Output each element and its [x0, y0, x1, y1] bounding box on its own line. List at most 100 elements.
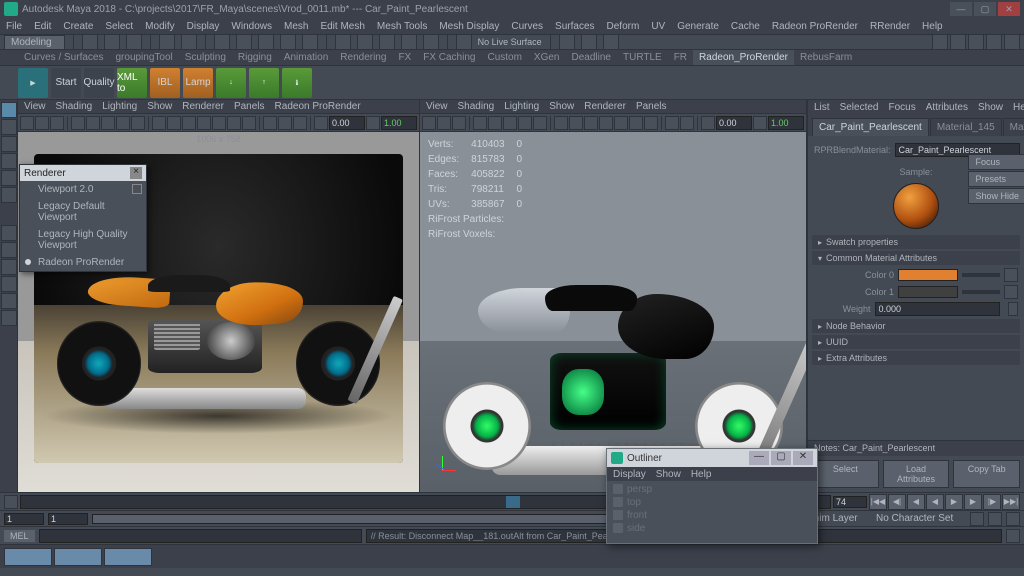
map-icon[interactable] — [1008, 302, 1018, 316]
snap-grid-icon[interactable] — [335, 34, 351, 50]
outliner-menu-help[interactable]: Help — [691, 469, 712, 480]
map-icon[interactable] — [1004, 285, 1018, 299]
attr-section-common[interactable]: Common Material Attributes — [812, 251, 1020, 265]
viewport-left-canvas[interactable]: 1006 x 758 Renderer× Viewport 2.0 Legacy… — [18, 132, 419, 492]
close-icon[interactable]: × — [130, 167, 142, 179]
vp-xray-icon[interactable] — [680, 116, 694, 130]
vp-exposure-icon[interactable] — [314, 116, 328, 130]
task-button[interactable] — [104, 548, 152, 566]
forward-end-button[interactable]: ▶▶| — [1002, 494, 1020, 510]
attr-tab[interactable]: Material_145 — [930, 118, 1002, 136]
attr-copy-button[interactable]: Copy Tab — [953, 460, 1020, 488]
minimize-button[interactable]: — — [749, 451, 769, 465]
time-slider[interactable]: |◀◀ ◀| ◀ ◀ ▶ ▶ |▶ ▶▶| — [0, 493, 1024, 511]
vp-image-icon[interactable] — [50, 116, 64, 130]
menu-meshtools[interactable]: Mesh Tools — [377, 21, 427, 32]
close-button[interactable]: ✕ — [793, 451, 813, 465]
outliner-menu-display[interactable]: Display — [613, 469, 646, 480]
shelf-start-button[interactable]: Start — [51, 68, 81, 98]
vp-safe-icon[interactable] — [101, 116, 115, 130]
color1-chip[interactable] — [898, 286, 958, 298]
attr-menu-selected[interactable]: Selected — [840, 102, 879, 113]
attr-focus-button[interactable]: Focus — [968, 154, 1024, 170]
vp-shadow-icon[interactable] — [212, 116, 226, 130]
vp-wire-icon[interactable] — [554, 116, 568, 130]
range-start-input[interactable] — [4, 513, 44, 525]
vp-iso-icon[interactable] — [263, 116, 277, 130]
script-editor-icon[interactable] — [1006, 529, 1020, 543]
vp-ao-icon[interactable] — [629, 116, 643, 130]
attr-presets-button[interactable]: Presets — [968, 171, 1024, 187]
layout-four[interactable] — [1, 242, 17, 258]
workspace-dropdown[interactable]: Modeling — [4, 35, 65, 50]
step-fwd-button[interactable]: |▶ — [983, 494, 1001, 510]
attr-section-swatch[interactable]: Swatch properties — [812, 235, 1020, 249]
vpmenu-renderer[interactable]: Renderer — [182, 101, 224, 112]
menu-surfaces[interactable]: Surfaces — [555, 21, 594, 32]
attr-load-button[interactable]: Load Attributes — [883, 460, 950, 488]
vp-tex-icon[interactable] — [182, 116, 196, 130]
layout-icon[interactable] — [932, 34, 948, 50]
save-scene-icon[interactable] — [126, 34, 142, 50]
vp-wire-icon[interactable] — [152, 116, 166, 130]
new-scene-icon[interactable] — [82, 34, 98, 50]
shelf-tab[interactable]: Rigging — [232, 50, 278, 65]
vp-exposure-value[interactable]: 0.00 — [716, 116, 752, 130]
menu-help[interactable]: Help — [922, 21, 943, 32]
layout-persp[interactable] — [1, 293, 17, 309]
open-scene-icon[interactable] — [104, 34, 120, 50]
scale-tool[interactable] — [1, 187, 17, 203]
shelf-tab[interactable]: TURTLE — [617, 50, 668, 65]
vp-shade-icon[interactable] — [167, 116, 181, 130]
viewport-right-canvas[interactable]: Verts:4104030 Edges:8157830 Faces:405822… — [420, 132, 806, 492]
key-fwd-button[interactable]: ▶ — [964, 494, 982, 510]
select-edge-icon[interactable] — [236, 34, 252, 50]
range-bar[interactable] — [92, 514, 691, 524]
shelf-lamp-button[interactable]: Lamp — [183, 68, 213, 98]
menu-edit[interactable]: Edit — [34, 21, 51, 32]
attr-menu-list[interactable]: List — [814, 102, 830, 113]
vp-gamma-value[interactable]: 1.00 — [381, 116, 417, 130]
shelf-tab[interactable]: groupingTool — [109, 50, 178, 65]
sidebar-toggle-icon[interactable] — [950, 34, 966, 50]
vp-gate-icon[interactable] — [131, 116, 145, 130]
vp-xrayjnt-icon[interactable] — [293, 116, 307, 130]
command-input[interactable] — [39, 529, 362, 543]
vp-camera-icon[interactable] — [20, 116, 34, 130]
shelf-xml-button[interactable]: XML to — [117, 68, 147, 98]
snap-live-icon[interactable] — [423, 34, 439, 50]
select-face-icon[interactable] — [258, 34, 274, 50]
menu-uv[interactable]: UV — [651, 21, 665, 32]
layout-two-stack[interactable] — [1, 276, 17, 292]
key-icon[interactable] — [970, 512, 984, 526]
menu-cache[interactable]: Cache — [731, 21, 760, 32]
vpmenu-lighting[interactable]: Lighting — [504, 101, 539, 112]
vpmenu-panels[interactable]: Panels — [234, 101, 265, 112]
play-start-input[interactable] — [48, 513, 88, 525]
close-button[interactable]: ✕ — [998, 2, 1020, 16]
shelf-tab[interactable]: XGen — [528, 50, 566, 65]
undo-icon[interactable] — [159, 34, 175, 50]
vpmenu-show[interactable]: Show — [549, 101, 574, 112]
attr-notes[interactable]: Notes: Car_Paint_Pearlescent — [808, 440, 1024, 456]
vp-gate-icon[interactable] — [533, 116, 547, 130]
vp-tex-icon[interactable] — [584, 116, 598, 130]
menu-generate[interactable]: Generate — [677, 21, 719, 32]
current-frame-input[interactable] — [833, 496, 867, 508]
outliner-window[interactable]: Outliner — ▢ ✕ Display Show Help persp t… — [606, 448, 818, 544]
vp-image-icon[interactable] — [452, 116, 466, 130]
color0-slider[interactable] — [962, 273, 1000, 277]
shelf-tab-active[interactable]: Radeon_ProRender — [693, 50, 794, 65]
autokey-icon[interactable] — [988, 512, 1002, 526]
renderer-popup-header[interactable]: Renderer× — [20, 165, 146, 181]
material-swatch[interactable] — [893, 183, 939, 229]
attr-select-button[interactable]: Select — [812, 460, 879, 488]
shelf-tab[interactable]: Rendering — [334, 50, 392, 65]
menu-meshdisplay[interactable]: Mesh Display — [439, 21, 499, 32]
map-icon[interactable] — [1004, 268, 1018, 282]
shelf-ibl-button[interactable]: IBL — [150, 68, 180, 98]
vp-reso-icon[interactable] — [116, 116, 130, 130]
audio-icon[interactable] — [4, 495, 18, 509]
shelf-tab[interactable]: Animation — [278, 50, 334, 65]
layout-two-side[interactable] — [1, 259, 17, 275]
